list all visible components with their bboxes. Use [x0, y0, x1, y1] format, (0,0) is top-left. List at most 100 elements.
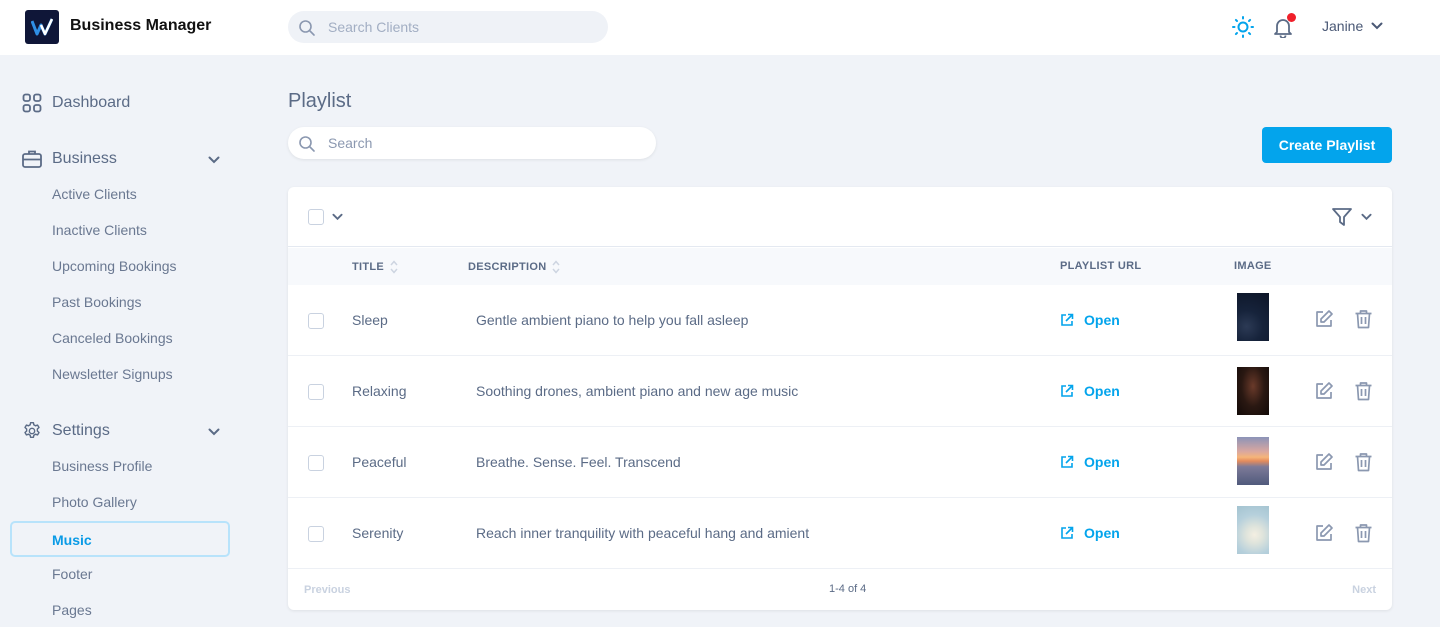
sidebar-item-label: Dashboard	[52, 94, 131, 111]
open-playlist-link[interactable]: Open	[1060, 383, 1120, 399]
playlist-table-card: TITLE DESCRIPTION PLAYLIST URL IMAGE Sle…	[288, 187, 1392, 610]
delete-trash-icon[interactable]	[1354, 523, 1373, 543]
pagination-info: 1-4 of 4	[829, 583, 867, 595]
playlist-image-thumbnail	[1237, 293, 1269, 341]
column-header-title[interactable]: TITLE	[352, 260, 398, 274]
sidebar-item-label: Business	[52, 150, 117, 167]
sort-icon	[390, 260, 398, 274]
page-title: Playlist	[288, 90, 352, 112]
edit-icon[interactable]	[1314, 452, 1334, 472]
user-name: Janine	[1322, 18, 1364, 34]
sidebar-item-upcoming-bookings[interactable]: Upcoming Bookings	[52, 258, 177, 274]
playlist-image-thumbnail	[1237, 367, 1269, 415]
column-label: TITLE	[352, 261, 385, 273]
open-playlist-link[interactable]: Open	[1060, 312, 1120, 328]
table-toolbar	[288, 187, 1392, 247]
sidebar-item-inactive-clients[interactable]: Inactive Clients	[52, 222, 147, 238]
pagination: Previous 1-4 of 4 Next	[288, 571, 1392, 610]
external-link-icon	[1061, 313, 1074, 326]
client-search[interactable]	[288, 11, 608, 43]
filter-chevron-icon[interactable]	[1361, 213, 1372, 221]
bulk-actions-chevron-icon[interactable]	[332, 213, 343, 221]
row-checkbox[interactable]	[308, 526, 324, 542]
sidebar-item-footer[interactable]: Footer	[52, 566, 92, 582]
edit-icon[interactable]	[1314, 523, 1334, 543]
theme-toggle-sun-icon[interactable]	[1232, 16, 1254, 38]
select-all-checkbox[interactable]	[308, 209, 324, 225]
row-checkbox[interactable]	[308, 455, 324, 471]
sidebar-item-canceled-bookings[interactable]: Canceled Bookings	[52, 330, 173, 346]
playlist-image-thumbnail	[1237, 437, 1269, 485]
sidebar-item-dashboard[interactable]: Dashboard	[22, 93, 130, 113]
row-title: Relaxing	[352, 383, 407, 399]
chevron-down-icon[interactable]	[208, 428, 220, 436]
playlist-search[interactable]	[288, 127, 656, 159]
search-icon	[299, 20, 315, 36]
row-description: Soothing drones, ambient piano and new a…	[476, 383, 799, 399]
sidebar-item-pages[interactable]: Pages	[52, 602, 92, 618]
table-row: Relaxing Soothing drones, ambient piano …	[288, 356, 1392, 427]
briefcase-icon	[22, 150, 42, 168]
table-row: Serenity Reach inner tranquility with pe…	[288, 498, 1392, 569]
delete-trash-icon[interactable]	[1354, 452, 1373, 472]
row-description: Breathe. Sense. Feel. Transcend	[476, 454, 681, 470]
logo-w-icon	[31, 18, 53, 36]
row-title: Serenity	[352, 525, 404, 541]
row-checkbox[interactable]	[308, 384, 324, 400]
top-header: Business Manager Janine	[0, 0, 1440, 55]
column-header-image: IMAGE	[1234, 260, 1272, 272]
filter-funnel-icon[interactable]	[1331, 206, 1353, 228]
column-header-description[interactable]: DESCRIPTION	[468, 260, 561, 274]
sidebar-item-past-bookings[interactable]: Past Bookings	[52, 294, 142, 310]
sidebar-group-business[interactable]: Business	[22, 149, 232, 169]
chevron-down-icon	[1371, 22, 1383, 30]
sort-icon	[552, 260, 561, 274]
open-link-label: Open	[1084, 312, 1120, 328]
client-search-input[interactable]	[328, 11, 598, 43]
sidebar-item-music[interactable]: Music	[10, 521, 230, 557]
edit-icon[interactable]	[1314, 309, 1334, 329]
playlist-image-thumbnail	[1237, 506, 1269, 554]
table-header: TITLE DESCRIPTION PLAYLIST URL IMAGE	[288, 248, 1392, 285]
dashboard-grid-icon	[22, 93, 42, 113]
chevron-down-icon[interactable]	[208, 156, 220, 164]
sidebar-item-newsletter-signups[interactable]: Newsletter Signups	[52, 366, 173, 382]
sidebar: Dashboard Business Active Clients Inacti…	[0, 55, 250, 627]
row-title: Sleep	[352, 312, 388, 328]
table-row: Peaceful Breathe. Sense. Feel. Transcend…	[288, 427, 1392, 498]
sidebar-item-business-profile[interactable]: Business Profile	[52, 458, 152, 474]
external-link-icon	[1061, 526, 1074, 539]
sidebar-item-label: Settings	[52, 422, 110, 439]
open-link-label: Open	[1084, 525, 1120, 541]
sidebar-item-label: Music	[52, 532, 92, 548]
open-link-label: Open	[1084, 454, 1120, 470]
table-row: Sleep Gentle ambient piano to help you f…	[288, 285, 1392, 356]
external-link-icon	[1061, 455, 1074, 468]
playlist-search-input[interactable]	[328, 127, 638, 159]
delete-trash-icon[interactable]	[1354, 381, 1373, 401]
edit-icon[interactable]	[1314, 381, 1334, 401]
sidebar-item-photo-gallery[interactable]: Photo Gallery	[52, 494, 137, 510]
sidebar-item-active-clients[interactable]: Active Clients	[52, 186, 137, 202]
open-playlist-link[interactable]: Open	[1060, 454, 1120, 470]
gear-icon	[24, 421, 40, 439]
previous-page-button[interactable]: Previous	[304, 584, 350, 596]
external-link-icon	[1061, 384, 1074, 397]
row-title: Peaceful	[352, 454, 407, 470]
user-menu[interactable]: Janine	[1322, 18, 1383, 34]
open-playlist-link[interactable]: Open	[1060, 525, 1120, 541]
row-description: Reach inner tranquility with peaceful ha…	[476, 525, 810, 541]
sidebar-group-settings[interactable]: Settings	[22, 421, 110, 441]
row-checkbox[interactable]	[308, 313, 324, 329]
search-icon	[299, 136, 315, 152]
open-link-label: Open	[1084, 383, 1120, 399]
notification-badge	[1287, 13, 1296, 22]
next-page-button[interactable]: Next	[1352, 584, 1376, 596]
column-header-playlist-url: PLAYLIST URL	[1060, 260, 1142, 272]
delete-trash-icon[interactable]	[1354, 309, 1373, 329]
brand-name: Business Manager	[70, 17, 212, 34]
app-logo[interactable]	[25, 10, 59, 44]
row-description: Gentle ambient piano to help you fall as…	[476, 312, 749, 328]
column-label: DESCRIPTION	[468, 261, 547, 273]
create-playlist-button[interactable]: Create Playlist	[1262, 127, 1392, 163]
